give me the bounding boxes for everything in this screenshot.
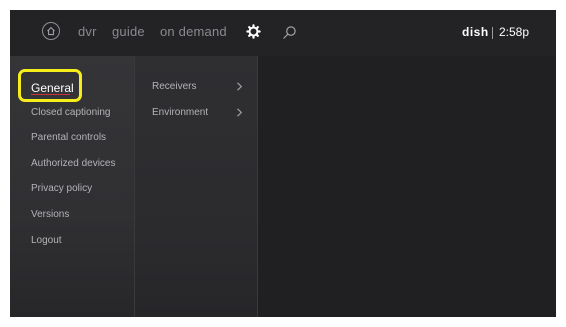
menu-item-closed-captioning[interactable]: Closed captioning [31,107,111,118]
search-icon[interactable] [282,25,297,40]
tv-screen: dvr guide on demand dish 2:58p General C… [10,10,556,317]
submenu-label: Environment [152,107,209,118]
nav-dvr[interactable]: dvr [78,24,97,39]
focus-highlight [18,69,82,102]
chevron-right-icon [237,82,243,91]
menu-item-logout[interactable]: Logout [31,235,62,246]
nav-guide[interactable]: guide [112,24,145,39]
gear-icon[interactable] [246,24,261,39]
content-panel [258,56,556,317]
menu-item-privacy-policy[interactable]: Privacy policy [31,183,92,194]
menu-item-parental-controls[interactable]: Parental controls [31,132,106,143]
submenu-label: Receivers [152,81,197,92]
top-navigation-bar: dvr guide on demand dish 2:58p [10,10,556,56]
chevron-right-icon [237,108,243,117]
brand-divider [492,27,493,39]
menu-item-versions[interactable]: Versions [31,209,69,220]
home-icon[interactable] [42,22,60,40]
nav-on-demand[interactable]: on demand [160,24,227,39]
clock: 2:58p [499,25,530,39]
menu-item-authorized-devices[interactable]: Authorized devices [31,158,116,169]
submenu-panel [134,56,258,317]
dish-logo: dish [462,25,489,39]
